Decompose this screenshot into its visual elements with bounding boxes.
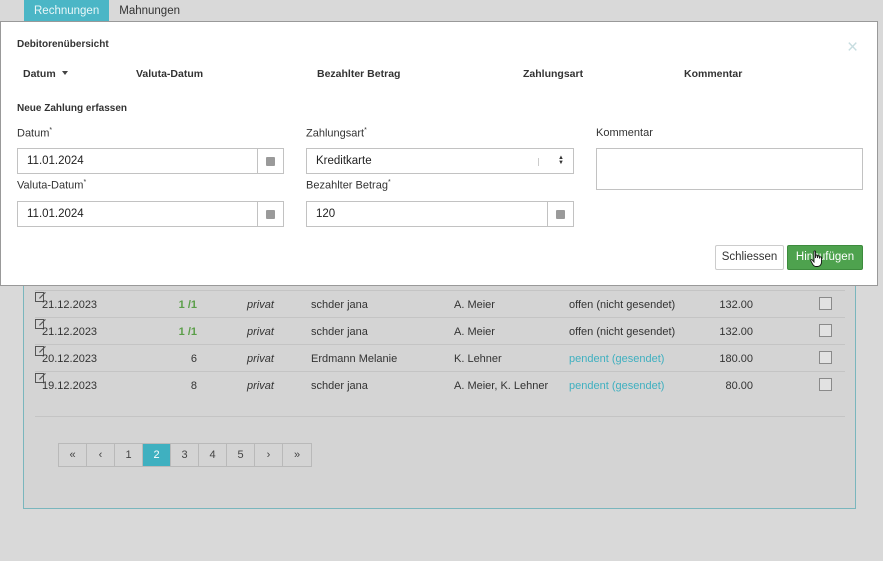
- row-responsible: A. Meier, K. Lehner: [454, 380, 549, 392]
- tab-rechnungen[interactable]: Rechnungen: [24, 0, 110, 21]
- row-status: offen (nicht gesendet): [569, 299, 676, 311]
- select-separator: [538, 158, 539, 166]
- select-arrows-icon: ▲ ▼: [558, 155, 564, 166]
- pagination-first[interactable]: «: [59, 444, 87, 466]
- pagination-page-4[interactable]: 4: [199, 444, 227, 466]
- zahlungsart-value: Kreditkarte: [316, 155, 372, 167]
- pagination-next[interactable]: ›: [255, 444, 283, 466]
- row-amount: 132.00: [719, 326, 753, 338]
- zahlungsart-label: Zahlungsart*: [306, 127, 367, 140]
- modal-title: Debitorenübersicht: [17, 39, 109, 50]
- table-row: 20.12.2023 6 privat Erdmann Melanie K. L…: [35, 344, 845, 371]
- table-divider: [35, 416, 845, 417]
- row-type: privat: [247, 380, 274, 392]
- column-header-zahlungsart[interactable]: Zahlungsart: [523, 68, 583, 80]
- row-status: pendent (gesendet): [569, 380, 665, 392]
- row-number[interactable]: 6: [165, 353, 197, 365]
- add-button[interactable]: Hinzufügen: [787, 245, 863, 270]
- pagination: « ‹ 1 2 3 4 5 › »: [58, 443, 312, 467]
- required-marker: *: [49, 127, 53, 134]
- row-amount: 80.00: [725, 380, 753, 392]
- column-header-datum[interactable]: Datum: [23, 68, 68, 80]
- datum-field[interactable]: 11.01.2024: [17, 148, 259, 174]
- column-header-betrag[interactable]: Bezahlter Betrag: [317, 68, 400, 80]
- tab-mahnungen[interactable]: Mahnungen: [109, 0, 190, 21]
- calendar-icon[interactable]: [257, 148, 284, 174]
- row-status: offen (nicht gesendet): [569, 326, 676, 338]
- table-row: 19.12.2023 8 privat schder jana A. Meier…: [35, 371, 845, 398]
- row-checkbox[interactable]: [819, 378, 832, 391]
- row-date: 21.12.2023: [42, 299, 98, 311]
- pagination-page-1[interactable]: 1: [115, 444, 143, 466]
- pagination-page-2[interactable]: 2: [143, 444, 171, 466]
- tab-bar: Rechnungen Mahnungen: [24, 0, 190, 21]
- kommentar-textarea[interactable]: [596, 148, 863, 190]
- datum-label-text: Datum: [17, 127, 50, 140]
- row-date: 19.12.2023: [42, 380, 98, 392]
- section-title: Neue Zahlung erfassen: [17, 103, 128, 114]
- row-responsible: A. Meier: [454, 299, 495, 311]
- row-name: Erdmann Melanie: [311, 353, 398, 365]
- row-checkbox[interactable]: [819, 324, 832, 337]
- column-header-kommentar[interactable]: Kommentar: [684, 68, 742, 80]
- payment-modal: Debitorenübersicht × Datum Valuta-Datum …: [0, 21, 878, 286]
- betrag-label: Bezahlter Betrag*: [306, 179, 391, 192]
- pagination-page-3[interactable]: 3: [171, 444, 199, 466]
- valuta-label-text: Valuta-Datum: [17, 179, 84, 192]
- row-name: schder jana: [311, 326, 368, 338]
- row-amount: 132.00: [719, 299, 753, 311]
- close-button[interactable]: Schliessen: [715, 245, 784, 270]
- betrag-label-text: Bezahlter Betrag: [306, 179, 388, 192]
- required-marker: *: [83, 179, 87, 186]
- valuta-value: 11.01.2024: [27, 208, 84, 220]
- row-number[interactable]: 1 /1: [165, 326, 197, 338]
- pagination-page-5[interactable]: 5: [227, 444, 255, 466]
- zahlungsart-select[interactable]: Kreditkarte ▲ ▼: [306, 148, 574, 174]
- row-status: pendent (gesendet): [569, 353, 665, 365]
- table-row: 21.12.2023 1 /1 privat schder jana A. Me…: [35, 290, 845, 317]
- row-type: privat: [247, 353, 274, 365]
- column-header-label: Datum: [23, 68, 56, 80]
- row-number[interactable]: 1 /1: [165, 299, 197, 311]
- close-icon[interactable]: ×: [847, 38, 858, 57]
- row-checkbox[interactable]: [819, 297, 832, 310]
- required-marker: *: [387, 179, 391, 186]
- pagination-prev[interactable]: ‹: [87, 444, 115, 466]
- kommentar-label: Kommentar: [596, 127, 653, 139]
- row-name: schder jana: [311, 299, 368, 311]
- valuta-label: Valuta-Datum*: [17, 179, 86, 192]
- datum-label: Datum*: [17, 127, 52, 140]
- row-type: privat: [247, 326, 274, 338]
- calendar-icon[interactable]: [257, 201, 284, 227]
- row-type: privat: [247, 299, 274, 311]
- valuta-datum-field[interactable]: 11.01.2024: [17, 201, 259, 227]
- required-marker: *: [364, 127, 367, 134]
- betrag-value: 120: [316, 208, 336, 220]
- row-checkbox[interactable]: [819, 351, 832, 364]
- table-row: 21.12.2023 1 /1 privat schder jana A. Me…: [35, 317, 845, 344]
- row-date: 21.12.2023: [42, 326, 98, 338]
- betrag-field[interactable]: 120: [306, 201, 549, 227]
- row-responsible: K. Lehner: [454, 353, 502, 365]
- pagination-last[interactable]: »: [283, 444, 311, 466]
- row-name: schder jana: [311, 380, 368, 392]
- row-amount: 180.00: [719, 353, 753, 365]
- hand-cursor-icon: [810, 250, 822, 267]
- zahlungsart-label-text: Zahlungsart: [306, 127, 365, 140]
- datum-value: 11.01.2024: [27, 155, 84, 167]
- sort-caret-icon: [61, 71, 68, 75]
- amount-addon-icon[interactable]: [547, 201, 574, 227]
- row-date: 20.12.2023: [42, 353, 98, 365]
- row-number[interactable]: 8: [165, 380, 197, 392]
- column-header-valuta[interactable]: Valuta-Datum: [136, 68, 203, 80]
- row-responsible: A. Meier: [454, 326, 495, 338]
